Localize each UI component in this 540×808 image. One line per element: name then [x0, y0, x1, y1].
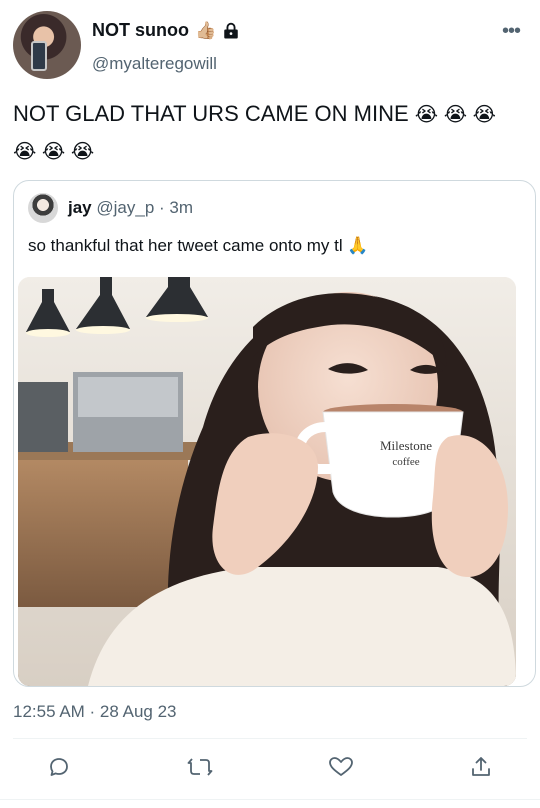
tweet-timestamp[interactable]: 12:55 AM · 28 Aug 23 [13, 702, 177, 722]
share-icon[interactable] [466, 752, 496, 782]
phone-in-avatar [31, 41, 47, 71]
quoted-tweet[interactable]: jay @jay_p · 3m so thankful that her twe… [13, 180, 536, 687]
crying-emojis: 😭 😭 😭 [414, 104, 497, 126]
quoted-photo[interactable]: Milestone coffee [18, 277, 516, 686]
lock-icon [224, 22, 238, 38]
quoted-header: jay @jay_p · 3m [68, 198, 193, 218]
bottom-divider [0, 799, 540, 800]
quoted-text-content: so thankful that her tweet came onto my … [28, 236, 343, 255]
author-handle[interactable]: @myalteregowill [92, 54, 217, 74]
cup-text-2: coffee [392, 456, 419, 468]
quoted-text: so thankful that her tweet came onto my … [28, 236, 369, 256]
retweet-icon[interactable] [185, 752, 215, 782]
tweet-text-content: NOT GLAD THAT URS CAME ON MINE [13, 101, 409, 126]
pray-emoji: 🙏 [347, 236, 369, 255]
quoted-meta: @jay_p · 3m [96, 198, 193, 217]
like-icon[interactable] [326, 752, 356, 782]
tweet-actions [0, 752, 540, 786]
tweet-text: NOT GLAD THAT URS CAME ON MINE 😭 😭 😭 😭 😭… [13, 96, 528, 170]
reply-icon[interactable] [44, 752, 74, 782]
author-avatar[interactable] [13, 11, 81, 79]
tweet-detail: NOT sunoo 👍🏼 @myalteregowill ••• NOT GLA… [0, 0, 540, 808]
more-icon[interactable]: ••• [502, 20, 521, 43]
quoted-author-name: jay [68, 198, 92, 217]
quoted-author-avatar[interactable] [28, 193, 58, 223]
cup-text-1: Milestone [380, 438, 432, 453]
thumbs-up-emoji: 👍🏼 [195, 21, 217, 40]
photo-illustration: Milestone coffee [18, 277, 516, 686]
crying-emojis-line2: 😭 😭 😭 [13, 141, 95, 163]
author-name-row: NOT sunoo 👍🏼 [92, 20, 240, 41]
author-name[interactable]: NOT sunoo [92, 20, 189, 41]
divider [13, 738, 527, 739]
